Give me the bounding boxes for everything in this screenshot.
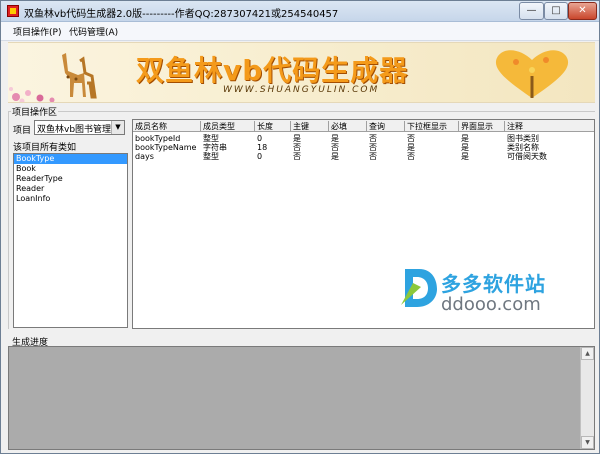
table-cell: 是 xyxy=(461,143,469,152)
column-header[interactable]: 主键 xyxy=(291,121,329,132)
table-cell: 类别名称 xyxy=(507,143,539,152)
vertical-scrollbar[interactable]: ▲ ▼ xyxy=(580,347,594,449)
app-window: 双鱼林vb代码生成器2.0版---------作者QQ:287307421或25… xyxy=(0,0,600,454)
column-header[interactable]: 必填 xyxy=(329,121,367,132)
watermark-cn: 多多软件站 xyxy=(441,272,546,296)
table-cell: 整型 xyxy=(203,134,219,143)
class-list-item[interactable]: Reader xyxy=(14,184,127,194)
table-cell: 否 xyxy=(407,134,415,143)
project-select[interactable]: 双鱼林vb图书管理 ▼ xyxy=(34,120,125,135)
table-cell: 是 xyxy=(407,143,415,152)
table-cell: 0 xyxy=(257,152,263,161)
table-cell: 字符串 xyxy=(203,143,227,152)
table-cell: 否 xyxy=(369,134,377,143)
table-cell: 是 xyxy=(293,134,301,143)
giraffe-illustration xyxy=(62,53,97,99)
close-button[interactable]: ✕ xyxy=(568,2,597,20)
classes-label: 该项目所有类如 xyxy=(13,143,77,153)
table-cell: 是 xyxy=(331,134,339,143)
class-list-item[interactable]: Book xyxy=(14,164,127,174)
class-list-item[interactable]: LoanInfo xyxy=(14,194,127,204)
scroll-up-icon[interactable]: ▲ xyxy=(581,347,594,360)
column-header[interactable]: 下拉框显示 xyxy=(405,121,459,132)
class-list-item[interactable]: ReaderType xyxy=(14,174,127,184)
project-select-value: 双鱼林vb图书管理 xyxy=(37,125,112,135)
table-cell: 可借阅天数 xyxy=(507,152,547,161)
banner: 双鱼林vb代码生成器 WWW.SHUANGYULIN.COM xyxy=(8,42,595,103)
table-cell: 否 xyxy=(331,143,339,152)
progress-log[interactable]: ▲ ▼ xyxy=(8,346,595,450)
table-cell: 是 xyxy=(331,152,339,161)
class-list[interactable]: BookType Book ReaderType Reader LoanInfo xyxy=(13,153,128,328)
title-bar[interactable]: 双鱼林vb代码生成器2.0版---------作者QQ:287307421或25… xyxy=(1,1,599,22)
menu-code-management[interactable]: 代码管理(A) xyxy=(69,25,118,38)
column-header[interactable]: 成员名称 xyxy=(133,121,201,132)
window-title: 双鱼林vb代码生成器2.0版---------作者QQ:287307421或25… xyxy=(24,9,339,20)
project-area-label: 项目操作区 xyxy=(11,105,59,118)
class-list-item[interactable]: BookType xyxy=(14,154,127,164)
table-row[interactable]: bookTypeName 字符串 18 否 否 否 是 是 类别名称 xyxy=(133,143,594,152)
table-cell: bookTypeId xyxy=(135,134,181,143)
table-row[interactable]: bookTypeId 整型 0 是 是 否 否 是 图书类别 xyxy=(133,134,594,143)
table-cell: days xyxy=(135,152,154,161)
table-cell: 否 xyxy=(369,143,377,152)
column-header[interactable]: 成员类型 xyxy=(201,121,255,132)
column-header[interactable]: 长度 xyxy=(255,121,291,132)
banner-title: 双鱼林vb代码生成器 xyxy=(136,54,409,87)
menu-bar: 项目操作(P) 代码管理(A) xyxy=(1,22,599,41)
minimize-button[interactable]: — xyxy=(519,2,544,20)
watermark-en: ddooo.com xyxy=(441,294,541,315)
watermark: 多多软件站 ddooo.com xyxy=(399,263,569,318)
table-row[interactable]: days 整型 0 否 是 否 否 是 可借阅天数 xyxy=(133,152,594,161)
table-cell: 18 xyxy=(257,143,268,152)
table-cell: 否 xyxy=(293,152,301,161)
table-cell: 是 xyxy=(461,134,469,143)
heart-tree-illustration xyxy=(495,50,569,98)
watermark-logo-icon xyxy=(401,269,437,307)
project-label: 项目 xyxy=(13,126,32,136)
maximize-button[interactable]: □ xyxy=(544,2,568,20)
scroll-down-icon[interactable]: ▼ xyxy=(581,436,594,449)
table-cell: 整型 xyxy=(203,152,219,161)
table-cell: 是 xyxy=(461,152,469,161)
table-cell: 0 xyxy=(257,134,263,143)
app-icon[interactable] xyxy=(7,5,19,17)
menu-project-operations[interactable]: 项目操作(P) xyxy=(13,25,61,38)
banner-url: WWW.SHUANGYULIN.COM xyxy=(223,85,380,95)
table-cell: bookTypeName xyxy=(135,143,197,152)
table-cell: 否 xyxy=(369,152,377,161)
column-header[interactable]: 界面显示 xyxy=(459,121,505,132)
column-header[interactable]: 查询 xyxy=(367,121,405,132)
table-cell: 否 xyxy=(293,143,301,152)
table-cell: 否 xyxy=(407,152,415,161)
table-cell: 图书类别 xyxy=(507,134,539,143)
chevron-down-icon[interactable]: ▼ xyxy=(111,121,124,134)
column-header[interactable]: 注释 xyxy=(505,121,594,132)
grid-header: 成员名称 成员类型 长度 主键 必填 查询 下拉框显示 界面显示 注释 xyxy=(133,120,594,132)
